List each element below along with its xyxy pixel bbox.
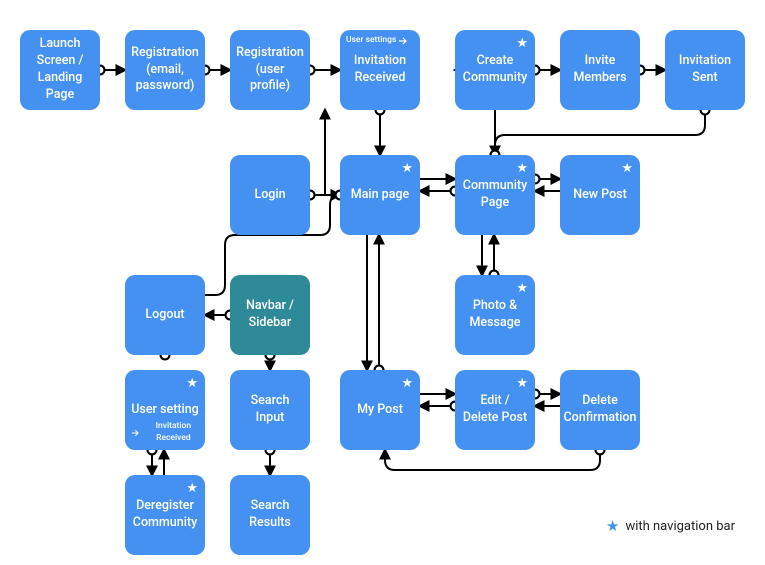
- star-icon: ★: [401, 375, 413, 393]
- node-create_comm[interactable]: Create Community★: [455, 30, 535, 110]
- node-label: Login: [254, 187, 285, 204]
- node-main[interactable]: Main page ★: [340, 155, 420, 235]
- node-photo_msg[interactable]: Photo & Message★: [455, 275, 535, 355]
- node-label: Logout: [145, 307, 184, 324]
- node-navbar[interactable]: Navbar / Sidebar: [230, 275, 310, 355]
- legend-label: with navigation bar: [625, 519, 735, 534]
- node-label: Invitation Sent: [671, 53, 739, 87]
- star-icon: ★: [186, 480, 198, 498]
- star-icon: ★: [401, 160, 413, 178]
- legend: ★ with navigation bar: [606, 517, 735, 535]
- star-icon: ★: [516, 160, 528, 178]
- star-icon: ★: [186, 375, 198, 393]
- node-launch[interactable]: Launch Screen / Landing Page: [20, 30, 100, 110]
- node-label: Search Input: [236, 393, 304, 427]
- flow-diagram: ★ with navigation bar Launch Screen / La…: [0, 0, 765, 565]
- node-label: Invitation Received: [346, 53, 414, 87]
- node-label: Main page: [351, 187, 409, 204]
- node-label: Invite Members: [566, 53, 634, 87]
- node-label: New Post: [573, 187, 627, 204]
- node-label: Delete Confirmation: [564, 393, 637, 427]
- star-icon: ★: [516, 280, 528, 298]
- node-label: My Post: [357, 402, 403, 419]
- star-icon: ★: [606, 517, 619, 535]
- node-edit_post[interactable]: Edit / Delete Post★: [455, 370, 535, 450]
- node-note: User settings: [346, 35, 408, 46]
- node-label: Edit / Delete Post: [461, 393, 529, 427]
- node-del_conf[interactable]: Delete Confirmation: [560, 370, 640, 450]
- node-comm_page[interactable]: Community Page★: [455, 155, 535, 235]
- node-dereg_comm[interactable]: Deregister Community★: [125, 475, 205, 555]
- node-logout[interactable]: Logout: [125, 275, 205, 355]
- node-label: Registration (email, password): [131, 45, 199, 96]
- star-icon: ★: [621, 160, 633, 178]
- star-icon: ★: [516, 35, 528, 53]
- node-my_post[interactable]: My Post ★: [340, 370, 420, 450]
- node-reg_email[interactable]: Registration (email, password): [125, 30, 205, 110]
- node-login[interactable]: Login: [230, 155, 310, 235]
- star-icon: ★: [516, 375, 528, 393]
- node-label: Community Page: [461, 178, 529, 212]
- node-label: Create Community: [461, 53, 529, 87]
- node-search_res[interactable]: Search Results: [230, 475, 310, 555]
- edge-21: [325, 110, 340, 195]
- node-label: Photo & Message: [461, 298, 529, 332]
- node-invite_mem[interactable]: Invite Members: [560, 30, 640, 110]
- node-reg_profile[interactable]: Registration (user profile): [230, 30, 310, 110]
- edge-7: [495, 110, 705, 155]
- edge-20: [385, 450, 600, 470]
- node-new_post[interactable]: New Post ★: [560, 155, 640, 235]
- node-label: User setting: [131, 402, 199, 419]
- node-note: Invitation Received: [131, 421, 205, 444]
- node-label: Launch Screen / Landing Page: [26, 36, 94, 104]
- node-label: Deregister Community: [131, 498, 199, 532]
- node-label: Search Results: [236, 498, 304, 532]
- node-label: Navbar / Sidebar: [236, 298, 304, 332]
- node-inv_sent[interactable]: Invitation Sent: [665, 30, 745, 110]
- node-inv_received[interactable]: Invitation Received User settings: [340, 30, 420, 110]
- node-label: Registration (user profile): [236, 45, 304, 96]
- node-user_setting[interactable]: User setting ★ Invitation Received: [125, 370, 205, 450]
- node-search_input[interactable]: Search Input: [230, 370, 310, 450]
